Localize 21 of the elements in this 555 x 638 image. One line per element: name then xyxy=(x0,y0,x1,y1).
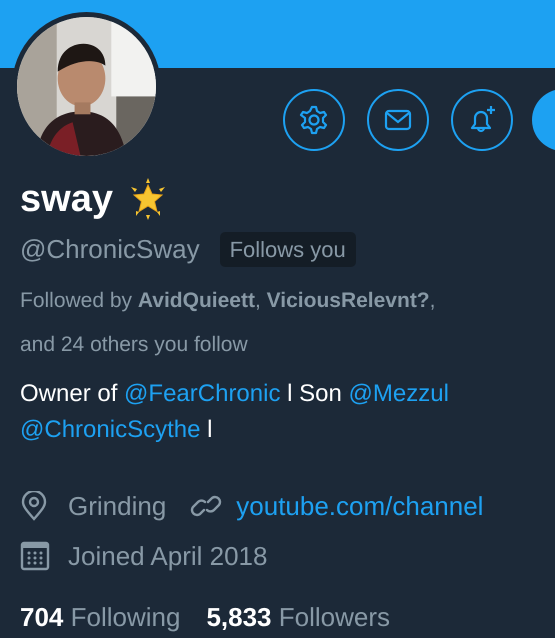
username: @ChronicSway xyxy=(20,233,200,266)
calendar-icon xyxy=(20,541,50,571)
settings-button[interactable] xyxy=(283,89,345,151)
settings-icon xyxy=(298,104,330,136)
stat-link[interactable]: 5,833 Followers xyxy=(206,598,390,637)
location-pin-icon xyxy=(20,491,48,521)
followed-by-text: Followed by AvidQuieett, ViciousRelevnt?, xyxy=(20,288,436,314)
follows-you-badge: Follows you xyxy=(220,232,356,267)
display-name: sway xyxy=(20,180,113,218)
joined-date: Joined April 2018 xyxy=(68,540,268,572)
mention-link[interactable]: @Mezzul xyxy=(348,380,449,407)
followed-by-text: and 24 others you follow xyxy=(20,332,248,358)
bio-text: Owner of @FearChronic l Son @Mezzul xyxy=(20,379,449,409)
stat-link[interactable]: 704 Following xyxy=(20,598,180,637)
website-link[interactable]: youtube.com/channel xyxy=(236,486,484,526)
mention-link[interactable]: @ChronicScythe xyxy=(20,416,200,443)
notify-button[interactable] xyxy=(451,89,513,151)
mention-link[interactable]: @FearChronic xyxy=(124,380,280,407)
location-text: Grinding xyxy=(68,490,166,522)
message-button[interactable] xyxy=(367,89,429,151)
bio-text: @ChronicScythe l xyxy=(20,415,212,445)
